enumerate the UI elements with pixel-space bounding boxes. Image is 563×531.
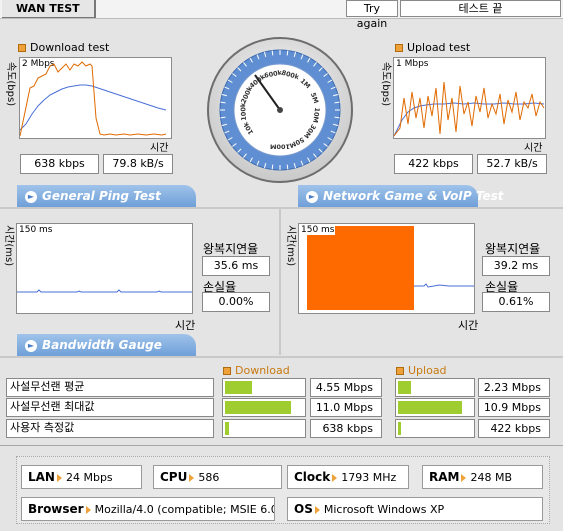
triangle-icon bbox=[461, 474, 467, 482]
arrow-right-icon: ► bbox=[306, 190, 318, 203]
arrow-right-icon: ► bbox=[25, 190, 37, 203]
upload-graph: 1 Mbps bbox=[393, 57, 546, 139]
upload-title: Upload test bbox=[395, 41, 470, 54]
gauge-tick bbox=[334, 101, 340, 104]
divider bbox=[0, 207, 563, 209]
bandwidth-gauge-header: ► Bandwidth Gauge bbox=[17, 334, 196, 356]
triangle-icon bbox=[85, 506, 91, 514]
game-loss-value: 0.61% bbox=[482, 292, 550, 312]
upload-bar-fill bbox=[398, 401, 462, 414]
game-graph: 150 ms bbox=[298, 223, 475, 314]
gauge-tick-label: 100M bbox=[270, 143, 290, 151]
bullet-icon bbox=[223, 367, 231, 375]
download-yaxis-label: 속도(bps) bbox=[5, 62, 16, 107]
gauge-tick bbox=[220, 116, 226, 119]
download-graph: 2 Mbps bbox=[19, 57, 172, 139]
try-again-button[interactable]: Try again bbox=[346, 0, 398, 30]
bullet-icon bbox=[395, 44, 403, 52]
upload-xaxis-label: 시간 bbox=[524, 143, 543, 154]
triangle-icon bbox=[56, 474, 62, 482]
cpu-info: CPU 586 bbox=[153, 465, 282, 489]
game-plot bbox=[307, 226, 474, 310]
os-info: OS Microsoft Windows XP bbox=[287, 497, 543, 521]
download-plot bbox=[20, 61, 167, 137]
speed-gauge: 10k100k200k400k600k800k1M5M10M30M50M100M bbox=[207, 37, 353, 183]
game-scale: 150 ms bbox=[301, 225, 335, 235]
upload-bar bbox=[395, 398, 475, 417]
bandwidth-upload-header: Upload bbox=[396, 364, 447, 377]
download-bar-fill bbox=[225, 422, 229, 435]
bandwidth-row-label: 사용자 측정값 bbox=[6, 419, 214, 438]
upload-bar-value: 422 kbps bbox=[478, 419, 550, 438]
game-rtt-value: 39.2 ms bbox=[482, 256, 550, 276]
download-kbps-value: 638 kbps bbox=[20, 154, 99, 174]
bullet-icon bbox=[396, 367, 404, 375]
upload-kBs-value: 52.7 kB/s bbox=[477, 154, 547, 174]
clock-info: Clock 1793 MHz bbox=[287, 465, 409, 489]
gauge-tick bbox=[271, 164, 274, 170]
download-title: Download test bbox=[18, 41, 109, 54]
upload-bar-fill bbox=[398, 381, 411, 394]
gauge-tick bbox=[286, 50, 289, 56]
gauge-tick bbox=[334, 116, 340, 119]
ping-graph: 150 ms bbox=[16, 223, 193, 314]
download-bar bbox=[222, 398, 306, 417]
download-bar bbox=[222, 419, 306, 438]
general-ping-test-header: ► General Ping Test bbox=[17, 185, 196, 207]
game-xaxis-label: 시간 bbox=[458, 319, 479, 332]
bandwidth-row-label: 사설무선랜 최대값 bbox=[6, 398, 214, 417]
download-xaxis-label: 시간 bbox=[150, 143, 169, 154]
download-bar-value: 4.55 Mbps bbox=[310, 378, 382, 397]
triangle-icon bbox=[332, 474, 338, 482]
upload-bar bbox=[395, 378, 475, 397]
network-game-voip-header: ► Network Game & VoIP Test bbox=[298, 185, 504, 207]
download-bar-value: 11.0 Mbps bbox=[310, 398, 382, 417]
ping-loss-value: 0.00% bbox=[202, 292, 270, 312]
game-rtt-label: 왕복지연율 bbox=[485, 242, 541, 256]
vertical-divider bbox=[279, 209, 281, 355]
tab-wan-test-label: WAN TEST bbox=[16, 2, 80, 15]
upload-bar-value: 2.23 Mbps bbox=[478, 378, 550, 397]
upload-kbps-value: 422 kbps bbox=[394, 154, 473, 174]
tab-wan-test[interactable]: WAN TEST bbox=[2, 0, 96, 18]
bandwidth-row-label: 사설무선랜 평균 bbox=[6, 378, 214, 397]
bullet-icon bbox=[18, 44, 26, 52]
gauge-tick bbox=[286, 164, 289, 170]
bandwidth-download-header: Download bbox=[223, 364, 290, 377]
download-bar-fill bbox=[225, 381, 252, 394]
ping-rtt-label: 왕복지연율 bbox=[203, 242, 259, 256]
download-bar-value: 638 kbps bbox=[310, 419, 382, 438]
gauge-tick bbox=[271, 50, 274, 56]
browser-info: Browser Mozilla/4.0 (compatible; MSIE 6.0 bbox=[21, 497, 275, 521]
upload-bar bbox=[395, 419, 475, 438]
triangle-icon bbox=[189, 474, 195, 482]
end-test-button[interactable]: 테스트 끝 bbox=[400, 0, 561, 17]
ping-xaxis-label: 시간 bbox=[175, 319, 196, 332]
ping-rtt-value: 35.6 ms bbox=[202, 256, 270, 276]
upload-bar-value: 10.9 Mbps bbox=[478, 398, 550, 417]
divider bbox=[0, 445, 563, 446]
arrow-right-icon: ► bbox=[25, 339, 37, 352]
lan-info: LAN 24 Mbps bbox=[21, 465, 142, 489]
download-bar bbox=[222, 378, 306, 397]
upload-plot bbox=[394, 81, 545, 137]
upload-bar-fill bbox=[398, 422, 401, 435]
gauge-tick bbox=[220, 101, 226, 104]
download-bar-fill bbox=[225, 401, 291, 414]
ping-plot bbox=[17, 289, 192, 293]
ram-info: RAM 248 MB bbox=[422, 465, 543, 489]
divider bbox=[0, 356, 563, 358]
triangle-icon bbox=[314, 506, 320, 514]
download-kBs-value: 79.8 kB/s bbox=[103, 154, 173, 174]
